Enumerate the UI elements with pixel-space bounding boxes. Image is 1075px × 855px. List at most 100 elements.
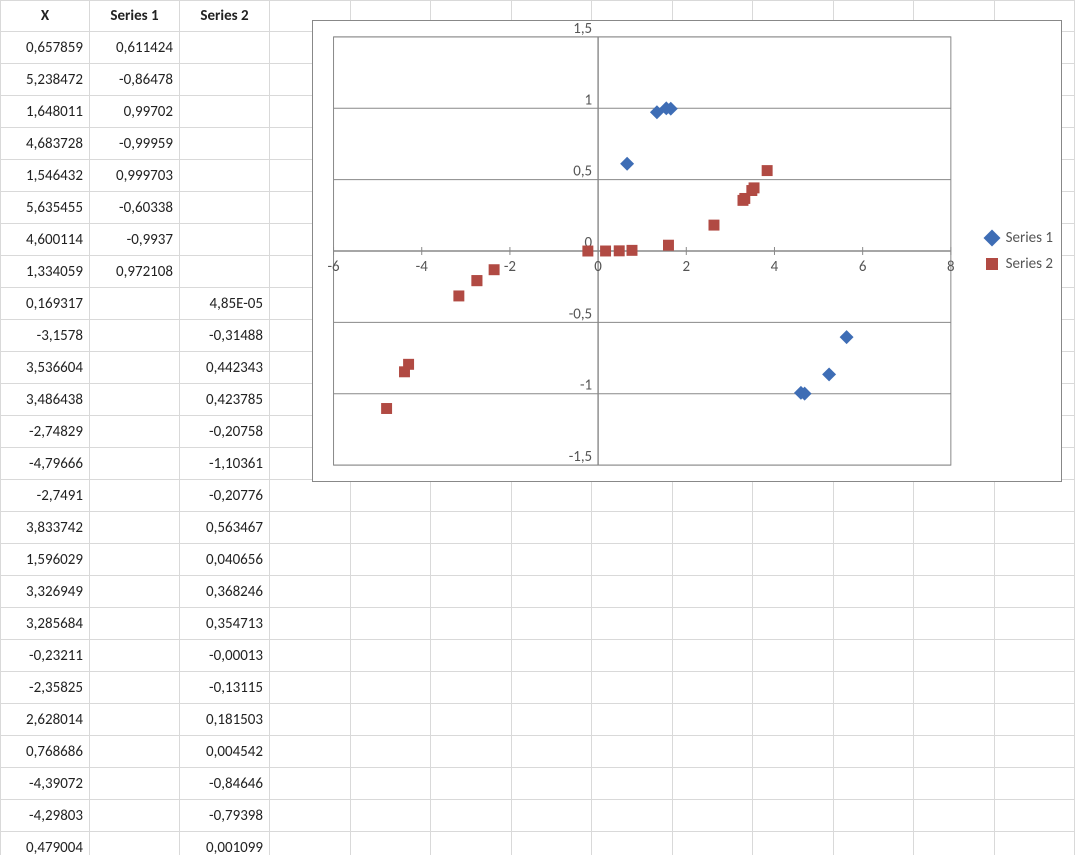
cell[interactable]: [180, 192, 270, 224]
cell[interactable]: [90, 544, 180, 576]
empty-cell[interactable]: [512, 672, 593, 704]
empty-cell[interactable]: [834, 832, 915, 855]
cell[interactable]: 1,546432: [0, 160, 90, 192]
cell[interactable]: -0,86478: [90, 64, 180, 96]
cell[interactable]: 1,334059: [0, 256, 90, 288]
cell[interactable]: [90, 768, 180, 800]
empty-cell[interactable]: [753, 576, 834, 608]
empty-cell[interactable]: [270, 512, 351, 544]
empty-cell[interactable]: [351, 832, 432, 855]
cell[interactable]: [90, 704, 180, 736]
empty-cell[interactable]: [995, 736, 1075, 768]
cell[interactable]: 0,423785: [180, 384, 270, 416]
cell[interactable]: -2,7491: [0, 480, 90, 512]
column-header[interactable]: Series 1: [90, 0, 180, 32]
empty-cell[interactable]: [431, 768, 512, 800]
empty-cell[interactable]: [914, 800, 995, 832]
cell[interactable]: [90, 288, 180, 320]
cell[interactable]: [180, 64, 270, 96]
cell[interactable]: [90, 800, 180, 832]
cell[interactable]: [90, 576, 180, 608]
column-header[interactable]: X: [0, 0, 90, 32]
cell[interactable]: 0,004542: [180, 736, 270, 768]
empty-cell[interactable]: [270, 480, 351, 512]
empty-cell[interactable]: [512, 736, 593, 768]
cell[interactable]: -0,99959: [90, 128, 180, 160]
empty-cell[interactable]: [914, 544, 995, 576]
empty-cell[interactable]: [592, 672, 673, 704]
empty-cell[interactable]: [995, 640, 1075, 672]
cell[interactable]: -0,20776: [180, 480, 270, 512]
cell[interactable]: 0,001099: [180, 832, 270, 855]
cell[interactable]: 0,768686: [0, 736, 90, 768]
empty-cell[interactable]: [673, 800, 754, 832]
empty-cell[interactable]: [673, 480, 754, 512]
cell[interactable]: -0,20758: [180, 416, 270, 448]
empty-cell[interactable]: [673, 672, 754, 704]
empty-cell[interactable]: [995, 672, 1075, 704]
cell[interactable]: [180, 128, 270, 160]
cell[interactable]: -0,31488: [180, 320, 270, 352]
cell[interactable]: -0,79398: [180, 800, 270, 832]
cell[interactable]: 5,635455: [0, 192, 90, 224]
empty-cell[interactable]: [753, 768, 834, 800]
cell[interactable]: [90, 416, 180, 448]
cell[interactable]: 3,326949: [0, 576, 90, 608]
cell[interactable]: 0,368246: [180, 576, 270, 608]
cell[interactable]: -3,1578: [0, 320, 90, 352]
empty-cell[interactable]: [431, 576, 512, 608]
cell[interactable]: 2,628014: [0, 704, 90, 736]
empty-cell[interactable]: [270, 832, 351, 855]
empty-cell[interactable]: [753, 800, 834, 832]
empty-cell[interactable]: [512, 480, 593, 512]
empty-cell[interactable]: [512, 704, 593, 736]
cell[interactable]: 4,683728: [0, 128, 90, 160]
cell[interactable]: 3,285684: [0, 608, 90, 640]
cell[interactable]: [90, 736, 180, 768]
empty-cell[interactable]: [995, 832, 1075, 855]
empty-cell[interactable]: [431, 736, 512, 768]
empty-cell[interactable]: [270, 608, 351, 640]
empty-cell[interactable]: [431, 672, 512, 704]
empty-cell[interactable]: [512, 800, 593, 832]
empty-cell[interactable]: [753, 544, 834, 576]
empty-cell[interactable]: [834, 480, 915, 512]
empty-cell[interactable]: [753, 480, 834, 512]
cell[interactable]: 0,354713: [180, 608, 270, 640]
cell[interactable]: 5,238472: [0, 64, 90, 96]
empty-cell[interactable]: [592, 544, 673, 576]
empty-cell[interactable]: [431, 512, 512, 544]
empty-cell[interactable]: [512, 640, 593, 672]
empty-cell[interactable]: [834, 640, 915, 672]
empty-cell[interactable]: [753, 736, 834, 768]
empty-cell[interactable]: [914, 512, 995, 544]
cell[interactable]: [90, 480, 180, 512]
empty-cell[interactable]: [914, 480, 995, 512]
cell[interactable]: 1,648011: [0, 96, 90, 128]
empty-cell[interactable]: [995, 608, 1075, 640]
empty-cell[interactable]: [914, 768, 995, 800]
cell[interactable]: [90, 608, 180, 640]
empty-cell[interactable]: [673, 544, 754, 576]
empty-cell[interactable]: [914, 672, 995, 704]
empty-cell[interactable]: [753, 608, 834, 640]
empty-cell[interactable]: [673, 832, 754, 855]
cell[interactable]: [90, 640, 180, 672]
empty-cell[interactable]: [351, 608, 432, 640]
empty-cell[interactable]: [431, 544, 512, 576]
empty-cell[interactable]: [270, 704, 351, 736]
cell[interactable]: [90, 512, 180, 544]
empty-cell[interactable]: [995, 576, 1075, 608]
empty-cell[interactable]: [753, 672, 834, 704]
cell[interactable]: 1,596029: [0, 544, 90, 576]
empty-cell[interactable]: [834, 512, 915, 544]
empty-cell[interactable]: [673, 640, 754, 672]
empty-cell[interactable]: [270, 800, 351, 832]
empty-cell[interactable]: [270, 576, 351, 608]
empty-cell[interactable]: [351, 576, 432, 608]
empty-cell[interactable]: [592, 768, 673, 800]
cell[interactable]: -4,29803: [0, 800, 90, 832]
empty-cell[interactable]: [351, 672, 432, 704]
empty-cell[interactable]: [834, 768, 915, 800]
empty-cell[interactable]: [512, 608, 593, 640]
